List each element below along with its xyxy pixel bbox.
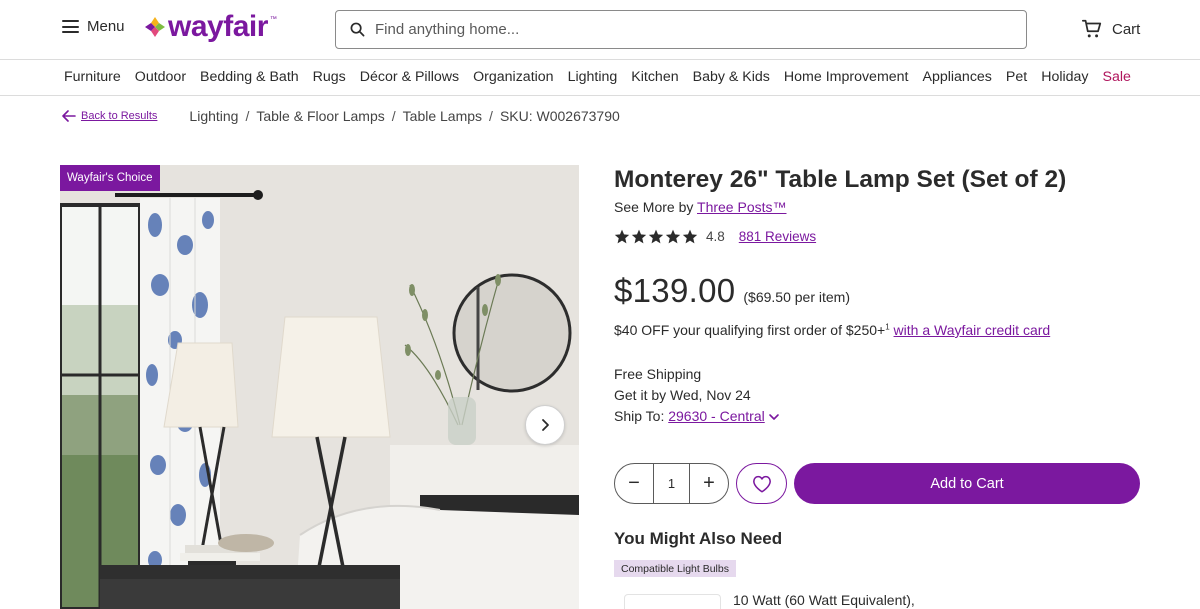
category-pet[interactable]: Pet: [1006, 69, 1027, 85]
star-icon: [648, 229, 664, 244]
compatible-bulbs-tag: Compatible Light Bulbs: [614, 560, 736, 577]
cart-button[interactable]: Cart: [1081, 18, 1140, 40]
star-icon: [631, 229, 647, 244]
rating-value: 4.8: [706, 229, 725, 244]
ship-to: Ship To: 29630 - Central: [614, 406, 780, 427]
price: $139.00: [614, 272, 736, 309]
recommendation-thumbnail[interactable]: [624, 594, 721, 609]
wayfairs-choice-badge: Wayfair's Choice: [60, 165, 160, 191]
recommendation-title[interactable]: 10 Watt (60 Watt Equivalent),: [733, 592, 915, 608]
breadcrumb: Back to Results Lighting / Table & Floor…: [62, 108, 620, 124]
price-row: $139.00 ($69.50 per item): [614, 272, 850, 310]
breadcrumb-separator: /: [245, 108, 250, 124]
promo-footnote: 1: [885, 322, 890, 332]
category-kitchen[interactable]: Kitchen: [631, 69, 678, 85]
promo-text: $40 OFF your qualifying first order of $…: [614, 322, 886, 338]
category-home-improvement[interactable]: Home Improvement: [784, 69, 909, 85]
search-input[interactable]: [375, 21, 975, 38]
star-icon: [665, 229, 681, 244]
delivery-estimate: Get it by Wed, Nov 24: [614, 387, 751, 403]
ship-to-location[interactable]: 29630 - Central: [668, 406, 765, 427]
menu-button[interactable]: Menu: [62, 18, 125, 35]
star-icon: [682, 229, 698, 244]
search-bar[interactable]: [335, 10, 1027, 49]
increase-quantity-button[interactable]: +: [690, 464, 728, 503]
heart-icon: [752, 475, 771, 493]
logo-wordmark: wayfair: [168, 10, 268, 43]
category-organization[interactable]: Organization: [473, 69, 553, 85]
star-rating: [614, 229, 698, 244]
category-nav: Furniture Outdoor Bedding & Bath Rugs Dé…: [0, 60, 1200, 96]
reviews-link[interactable]: 881 Reviews: [739, 229, 816, 244]
star-icon: [614, 229, 630, 244]
next-image-button[interactable]: [525, 405, 565, 445]
shipping-info: Free Shipping Get it by Wed, Nov 24 Ship…: [614, 364, 780, 427]
ship-to-location-selector[interactable]: 29630 - Central: [668, 406, 780, 427]
category-outdoor[interactable]: Outdoor: [135, 69, 186, 85]
arrow-left-icon: [62, 110, 76, 122]
cart-label: Cart: [1112, 20, 1141, 38]
category-sale[interactable]: Sale: [1103, 69, 1131, 85]
logo-trademark: ™: [269, 16, 277, 23]
product-photo: [60, 165, 579, 609]
chevron-down-icon: [768, 413, 779, 420]
you-might-also-need-heading: You Might Also Need: [614, 529, 783, 548]
add-to-cart-button[interactable]: Add to Cart: [794, 463, 1140, 504]
favorite-button[interactable]: [736, 463, 787, 504]
site-header: Menu wayfair ™ Cart: [0, 0, 1200, 60]
wayfair-logo[interactable]: wayfair ™: [144, 12, 277, 42]
product-image[interactable]: [60, 165, 579, 609]
category-baby-kids[interactable]: Baby & Kids: [693, 69, 770, 85]
price-per-item: ($69.50 per item): [743, 289, 850, 305]
breadcrumb-table-floor-lamps[interactable]: Table & Floor Lamps: [256, 108, 384, 124]
see-more-by: See More by Three Posts™: [614, 199, 787, 215]
back-to-results-label: Back to Results: [81, 110, 158, 122]
search-icon: [350, 22, 365, 37]
category-bedding-bath[interactable]: Bedding & Bath: [200, 69, 299, 85]
credit-card-link[interactable]: with a Wayfair credit card: [894, 322, 1051, 338]
product-rating: 4.8 881 Reviews: [614, 229, 816, 244]
breadcrumb-lighting[interactable]: Lighting: [189, 108, 238, 124]
credit-card-promo: $40 OFF your qualifying first order of $…: [614, 322, 1050, 338]
menu-label: Menu: [87, 18, 125, 35]
hamburger-icon: [62, 20, 79, 33]
breadcrumb-sku: SKU: W002673790: [499, 108, 620, 124]
category-lighting[interactable]: Lighting: [568, 69, 618, 85]
quantity-stepper: − 1 +: [614, 463, 729, 504]
breadcrumb-separator: /: [489, 108, 493, 124]
free-shipping: Free Shipping: [614, 366, 702, 382]
category-appliances[interactable]: Appliances: [922, 69, 991, 85]
quantity-value[interactable]: 1: [653, 464, 690, 503]
breadcrumb-separator: /: [391, 108, 396, 124]
category-decor-pillows[interactable]: Décor & Pillows: [360, 69, 459, 85]
category-furniture[interactable]: Furniture: [64, 69, 121, 85]
decrease-quantity-button[interactable]: −: [615, 464, 653, 503]
chevron-right-icon: [542, 419, 549, 431]
cart-icon: [1081, 19, 1102, 38]
brand-link[interactable]: Three Posts™: [697, 199, 786, 215]
product-title: Monterey 26" Table Lamp Set (Set of 2): [614, 166, 1067, 193]
category-rugs[interactable]: Rugs: [313, 69, 346, 85]
back-to-results-link[interactable]: Back to Results: [62, 110, 157, 122]
ship-to-label: Ship To:: [614, 408, 665, 424]
category-holiday[interactable]: Holiday: [1041, 69, 1088, 85]
logo-mark-icon: [145, 17, 165, 37]
breadcrumb-table-lamps[interactable]: Table Lamps: [403, 108, 482, 124]
see-more-prefix: See More by: [614, 199, 694, 215]
